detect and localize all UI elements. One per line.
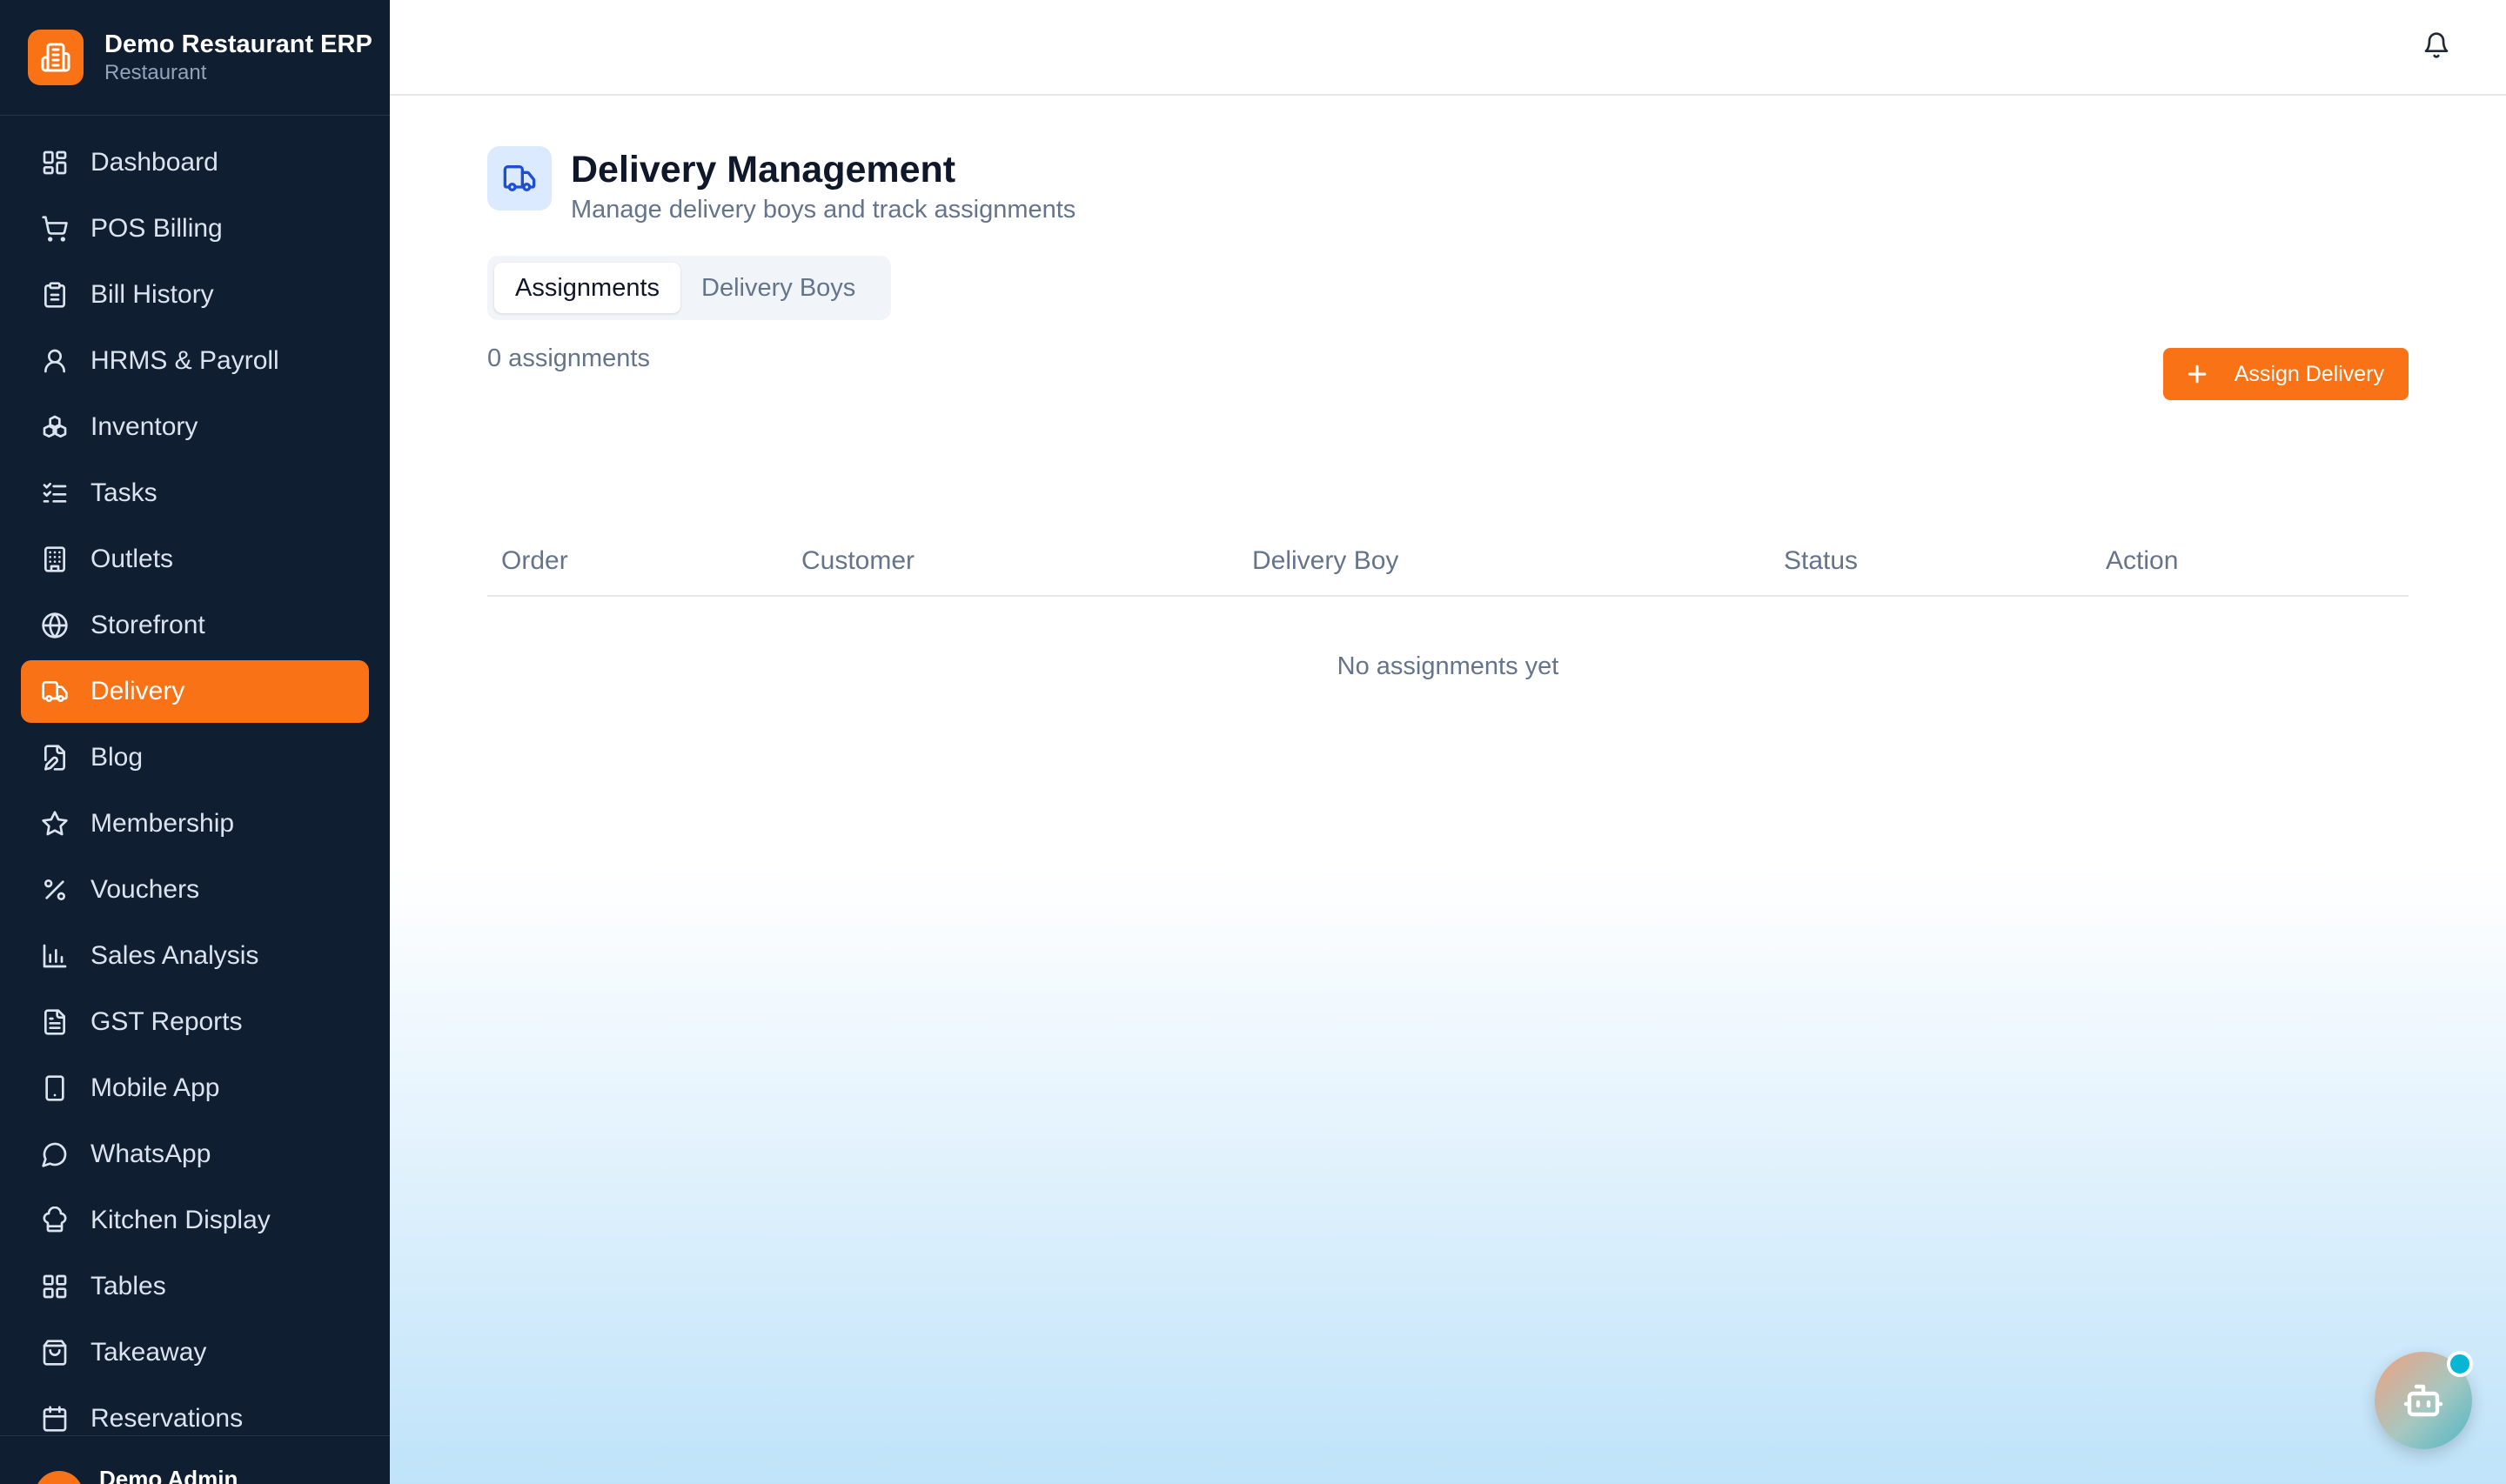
assignment-count: 0 assignments [487,344,650,372]
sidebar-item-whatsapp[interactable]: WhatsApp [21,1123,369,1186]
star-icon [40,809,70,839]
sidebar-item-label: Dashboard [90,148,218,177]
building-logo-icon [28,30,84,85]
table-header: Order Customer Delivery Boy Status Actio… [487,531,2409,597]
main-content: Delivery Management Manage delivery boys… [390,0,2506,1484]
sidebar-item-inventory[interactable]: Inventory [21,396,369,458]
sidebar-item-label: Mobile App [90,1073,220,1102]
sidebar-item-dashboard[interactable]: Dashboard [21,131,369,194]
bar-chart-icon [40,941,70,971]
sidebar-item-label: Vouchers [90,875,200,904]
sidebar-item-label: Reservations [90,1404,244,1433]
sidebar: Demo Restaurant ERP Restaurant Dashboard… [0,0,390,1484]
chat-icon [40,1140,70,1169]
sidebar-item-hrms-payroll[interactable]: HRMS & Payroll [21,330,369,392]
sidebar-item-label: WhatsApp [90,1140,211,1168]
smartphone-icon [40,1073,70,1103]
sidebar-item-label: Kitchen Display [90,1206,271,1234]
sidebar-item-mobile-app[interactable]: Mobile App [21,1057,369,1120]
sidebar-item-storefront[interactable]: Storefront [21,594,369,657]
sidebar-item-label: Sales Analysis [90,941,259,970]
assign-delivery-button[interactable]: Assign Delivery [2162,348,2409,400]
bag-icon [40,1338,70,1367]
page-header: Delivery Management Manage delivery boys… [487,146,1075,226]
sidebar-item-label: Blog [90,743,144,772]
bot-icon [2403,1384,2443,1417]
globe-icon [40,611,70,640]
plus-icon [2188,364,2207,384]
sidebar-item-label: Tasks [90,478,157,507]
grid-icon [40,1272,70,1301]
sidebar-item-label: Bill History [90,280,214,309]
building-icon [40,545,70,574]
document-icon [40,1007,70,1037]
sidebar-item-label: GST Reports [90,1007,243,1036]
sidebar-item-label: Tables [90,1272,166,1300]
column-header-status: Status [1784,546,1859,575]
bell-icon[interactable] [2419,28,2454,63]
empty-state: No assignments yet [1337,652,1559,680]
boxes-icon [40,412,70,442]
sidebar-item-label: Outlets [90,545,174,573]
sidebar-item-delivery[interactable]: Delivery [21,660,369,723]
truck-icon [487,146,552,211]
page-subtitle: Manage delivery boys and track assignmen… [571,196,1076,224]
column-header-delivery-boy: Delivery Boy [1252,546,1399,575]
sidebar-item-bill-history[interactable]: Bill History [21,264,369,326]
brand-title: Demo Restaurant ERP [104,30,372,58]
sidebar-item-tasks[interactable]: Tasks [21,462,369,525]
cart-icon [40,214,70,244]
assign-delivery-label: Assign Delivery [2234,361,2384,386]
sidebar-item-outlets[interactable]: Outlets [21,528,369,591]
truck-icon [40,677,70,706]
sidebar-item-membership[interactable]: Membership [21,792,369,855]
dashboard-icon [40,148,70,177]
user-icon [40,346,70,376]
sidebar-item-takeaway[interactable]: Takeaway [21,1321,369,1384]
column-header-action: Action [2106,546,2179,575]
column-header-order: Order [501,546,568,575]
sidebar-item-gst-reports[interactable]: GST Reports [21,991,369,1053]
column-header-customer: Customer [801,546,915,575]
brand-subtitle: Restaurant [104,61,207,84]
brand[interactable]: Demo Restaurant ERP Restaurant [0,0,390,116]
sidebar-nav: Dashboard POS Billing Bill History HRMS … [0,116,390,1450]
sidebar-item-label: Delivery [90,677,185,705]
chef-hat-icon [40,1206,70,1235]
top-bar [390,0,2506,96]
clipboard-icon [40,280,70,310]
user-profile[interactable]: Demo Admin [0,1435,390,1484]
sidebar-item-pos-billing[interactable]: POS Billing [21,197,369,260]
sidebar-item-label: POS Billing [90,214,223,243]
sidebar-item-label: Storefront [90,611,205,639]
sidebar-item-label: HRMS & Payroll [90,346,279,375]
page-title: Delivery Management [571,149,956,191]
tab-delivery-boys[interactable]: Delivery Boys [680,263,876,313]
sidebar-item-label: Takeaway [90,1338,207,1367]
sidebar-item-kitchen-display[interactable]: Kitchen Display [21,1189,369,1252]
user-name: Demo Admin [99,1466,238,1484]
tab-assignments[interactable]: Assignments [494,263,681,313]
avatar [35,1471,84,1484]
sidebar-item-tables[interactable]: Tables [21,1255,369,1318]
sidebar-item-label: Inventory [90,412,198,441]
percent-icon [40,875,70,905]
checklist-icon [40,478,70,508]
sidebar-item-label: Membership [90,809,235,838]
file-pen-icon [40,743,70,772]
sidebar-item-vouchers[interactable]: Vouchers [21,859,369,921]
notification-dot [2447,1351,2473,1377]
tab-list: Assignments Delivery Boys [487,256,891,320]
sidebar-item-sales-analysis[interactable]: Sales Analysis [21,925,369,987]
sidebar-item-blog[interactable]: Blog [21,726,369,789]
calendar-icon [40,1404,70,1434]
